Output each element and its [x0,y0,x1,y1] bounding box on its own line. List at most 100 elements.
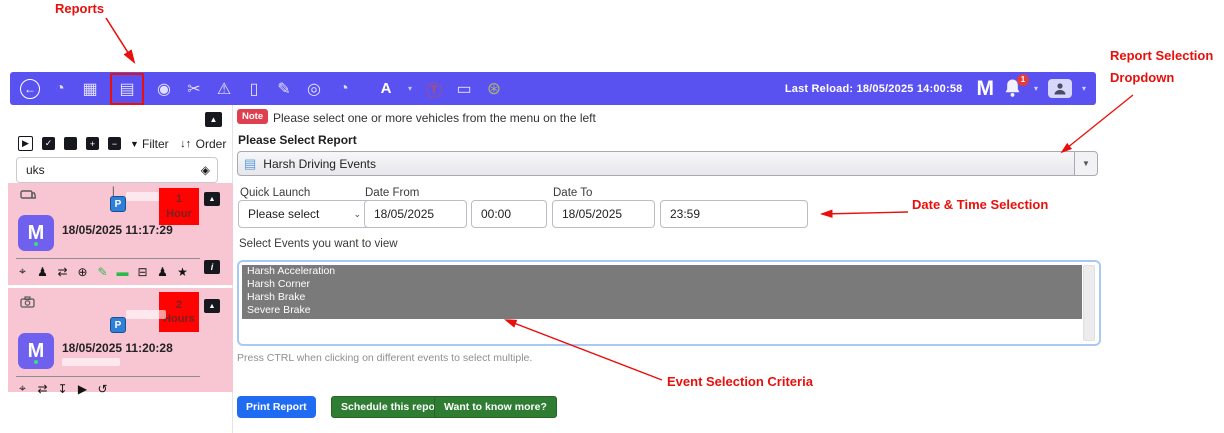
fuel-icon[interactable]: ▯ [244,78,264,100]
filter-toolbar: ▶ ✓ + − ▼ Filter ↓↑ Order [18,136,236,151]
dropdown-caret-icon[interactable]: ▼ [1074,152,1097,175]
redacted-area [62,358,120,366]
steering-wheel-icon[interactable]: ⊛ [484,78,504,100]
vehicle-logo-tile: M [18,333,54,369]
filter-label[interactable]: Filter [142,137,169,151]
location-icon[interactable]: ◉ [154,78,174,100]
parking-status-badge: P [110,196,126,212]
quick-launch-select[interactable]: Please select ⌄ [238,200,371,228]
history-icon[interactable]: ↺ [96,381,109,396]
play-video-icon[interactable]: ▶ [76,381,89,396]
card-collapse-button[interactable]: ▲ [204,299,220,313]
vehicle-search-input[interactable] [24,162,201,178]
app-window: Reports Report Selection Dropdown Date &… [0,0,1224,433]
vehicle-sidebar: ▲ ▶ ✓ + − ▼ Filter ↓↑ Order ◈ | P [8,105,233,433]
note-text: Please select one or more vehicles from … [273,111,596,125]
annotation-report-selection-line2: Dropdown [1110,70,1175,85]
time-from-input[interactable] [471,200,547,228]
nav-caret-icon[interactable]: ▾ [406,78,414,100]
report-selected-value: Harsh Driving Events [263,156,377,171]
play-select-icon[interactable]: ▶ [18,136,33,151]
duration-value: 1 [175,193,183,206]
clear-search-icon[interactable]: ◈ [201,163,210,177]
date-from-input[interactable] [364,200,467,228]
last-reload-text: Last Reload: 18/05/2025 14:00:58 [784,82,963,95]
map-icon[interactable]: ▦ [80,78,100,100]
locate-icon[interactable]: ⌖ [16,381,29,396]
select-report-label: Please Select Report [238,133,357,147]
download-icon[interactable]: ↧ [56,381,69,396]
globe-icon[interactable]: ⊕ [76,264,89,279]
date-to-label: Date To [553,187,593,199]
vehicle-card[interactable]: 2 Hours ▲ P M 18/05/2025 11:20:28 ⌖ ⇄ ↧ … [8,288,233,396]
wheel-hub-icon[interactable]: ◎ [304,78,324,100]
shield-icon[interactable]: Ⓣ [424,78,444,100]
sidebar-collapse-button[interactable]: ▲ [205,112,222,127]
event-option[interactable]: Harsh Acceleration [242,265,1082,278]
ctrl-hint-text: Press CTRL when clicking on different ev… [237,352,533,364]
person-icon[interactable]: ♟ [156,264,169,279]
gauge-icon[interactable]: ◔ [334,78,354,100]
driver-icon[interactable]: ♟ [36,264,49,279]
cut-percent-icon[interactable]: ✂ [184,78,204,100]
event-option[interactable]: Severe Brake [242,304,1082,317]
expand-all-icon[interactable]: + [86,137,99,150]
card-divider [16,258,200,259]
annotation-event-selection: Event Selection Criteria [667,374,813,389]
want-to-know-more-button[interactable]: Want to know more? [434,396,557,418]
checkbox-checked-icon[interactable]: ✓ [42,137,55,150]
time-to-input[interactable] [660,200,808,228]
card-collapse-button[interactable]: ▲ [204,192,220,206]
camera-icon [20,296,35,308]
back-icon[interactable]: ← [20,78,40,99]
select-all-icon[interactable] [64,137,77,150]
events-scrollbar[interactable] [1083,265,1095,341]
calendar-icon[interactable]: ⊟ [136,264,149,279]
events-multiselect[interactable]: Harsh Acceleration Harsh Corner Harsh Br… [237,260,1101,346]
duration-unit: Hour [166,207,192,220]
info-button[interactable]: i [204,260,220,274]
brand-logo: M [976,77,994,100]
swap-route-icon[interactable]: ⇄ [56,264,69,279]
print-report-button[interactable]: Print Report [237,396,316,418]
green-pen-icon[interactable]: ✎ [96,264,109,279]
nav-logo-icon[interactable]: A [376,78,396,100]
collapse-all-icon[interactable]: − [108,137,121,150]
dashboard-icon[interactable]: ◔ [50,78,70,100]
top-toolbar: ← ◔ ▦ ▤ ◉ ✂ ⚠ ▯ ✎ ◎ ◔ A ▾ Ⓣ ▭ ⊛ Last Rel… [10,72,1096,105]
vehicle-timestamp: 18/05/2025 11:20:28 [62,341,173,355]
idle-duration-badge: 1 Hour [159,188,199,225]
trailer-icon[interactable]: ▭ [454,78,474,100]
redacted-area [126,310,166,319]
annotation-report-selection-line1: Report Selection [1110,48,1214,63]
filter-funnel-icon[interactable]: ▼ [130,137,139,150]
edit-icon[interactable]: ✎ [274,78,294,100]
avatar-caret-icon[interactable]: ▾ [1082,84,1086,93]
reports-icon[interactable]: ▤ [110,72,144,105]
notifications-bell-icon[interactable]: 1 [1004,73,1029,100]
duration-value: 2 [175,298,183,311]
battery-status-icon[interactable]: ▬ [116,264,129,279]
order-arrows-icon[interactable]: ↓↑ [179,137,193,150]
report-select-dropdown[interactable]: ▤ Harsh Driving Events ▼ [237,151,1098,176]
user-avatar[interactable] [1047,79,1072,98]
vehicle-timestamp: 18/05/2025 11:17:29 [62,223,173,237]
event-option[interactable]: Harsh Corner [242,278,1082,291]
select-events-label: Select Events you want to view [239,238,398,250]
date-to-input[interactable] [552,200,655,228]
card-divider [16,376,200,377]
quick-launch-value: Please select [248,207,320,221]
alerts-icon[interactable]: ⚠ [214,78,234,100]
note-badge: Note [237,109,269,124]
favourite-star-icon[interactable]: ★ [176,264,189,279]
date-from-label: Date From [365,187,420,199]
swap-route-icon[interactable]: ⇄ [36,381,49,396]
event-option[interactable]: Harsh Brake [242,291,1082,304]
locate-icon[interactable]: ⌖ [16,264,29,279]
vehicle-card[interactable]: | P 1 Hour ▲ M 18/05/2025 11:17:29 ⌖ ♟ ⇄… [8,183,233,285]
order-label[interactable]: Order [196,137,227,151]
bell-caret-icon[interactable]: ▾ [1034,84,1038,93]
notification-badge: 1 [1016,73,1029,86]
vehicle-search-box: ◈ [16,157,218,183]
events-selected-block: Harsh Acceleration Harsh Corner Harsh Br… [242,265,1082,319]
